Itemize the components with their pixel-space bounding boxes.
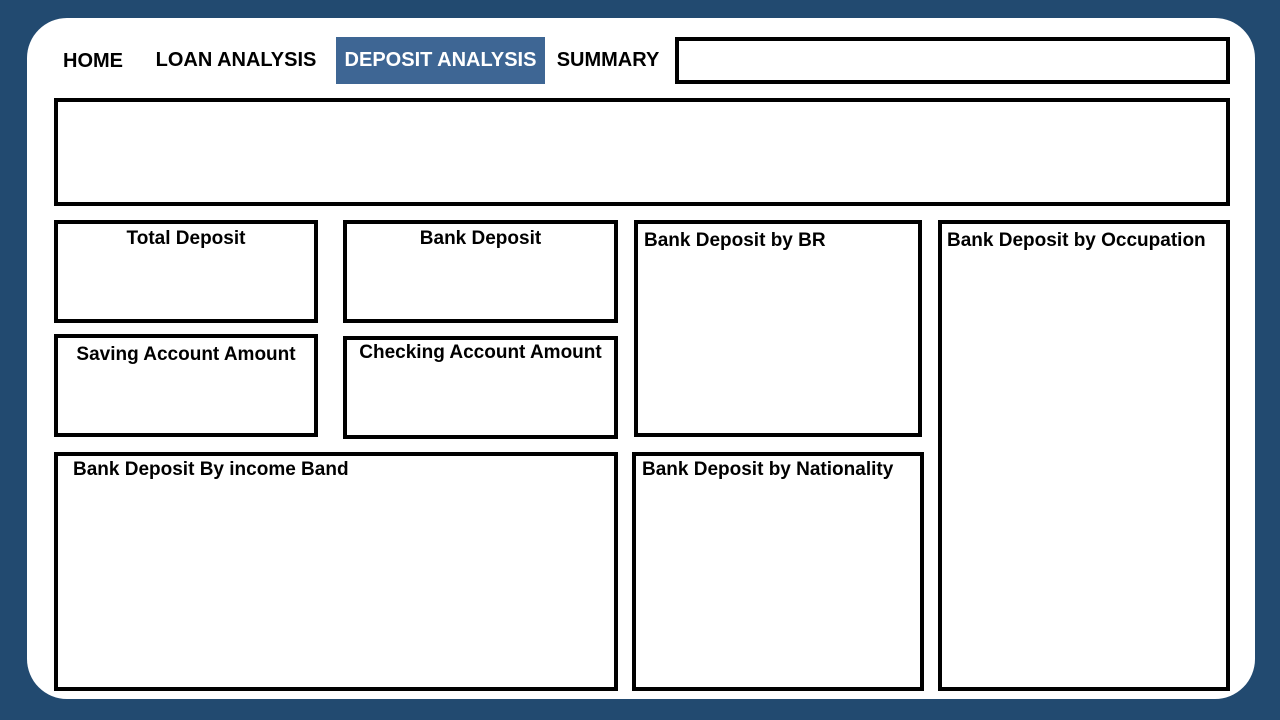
- total-deposit-title: Total Deposit: [126, 228, 246, 249]
- checking-account-amount-title: Checking Account Amount: [359, 342, 602, 363]
- tab-summary[interactable]: SUMMARY: [551, 43, 665, 77]
- banner-panel: [54, 98, 1230, 206]
- tab-deposit-analysis[interactable]: DEPOSIT ANALYSIS: [336, 37, 545, 84]
- saving-account-amount-card: Saving Account Amount: [54, 334, 318, 437]
- checking-account-amount-card: Checking Account Amount: [343, 336, 618, 439]
- bank-deposit-by-br-title: Bank Deposit by BR: [644, 230, 826, 251]
- bank-deposit-by-income-band-chart: Bank Deposit By income Band: [54, 452, 618, 691]
- total-deposit-card: Total Deposit: [54, 220, 318, 323]
- bank-deposit-by-income-band-title: Bank Deposit By income Band: [73, 459, 349, 480]
- saving-account-amount-title: Saving Account Amount: [76, 344, 296, 365]
- bank-deposit-title: Bank Deposit: [419, 228, 542, 249]
- bank-deposit-by-nationality-title: Bank Deposit by Nationality: [642, 459, 894, 480]
- tab-home[interactable]: HOME: [56, 45, 130, 77]
- bank-deposit-by-nationality-chart: Bank Deposit by Nationality: [632, 452, 924, 691]
- search-input[interactable]: [675, 37, 1230, 84]
- tab-loan-analysis[interactable]: LOAN ANALYSIS: [152, 43, 320, 77]
- bank-deposit-by-occupation-chart: Bank Deposit by Occupation: [938, 220, 1230, 691]
- bank-deposit-by-br-chart: Bank Deposit by BR: [634, 220, 922, 437]
- bank-deposit-card: Bank Deposit: [343, 220, 618, 323]
- bank-deposit-by-occupation-title: Bank Deposit by Occupation: [947, 230, 1206, 251]
